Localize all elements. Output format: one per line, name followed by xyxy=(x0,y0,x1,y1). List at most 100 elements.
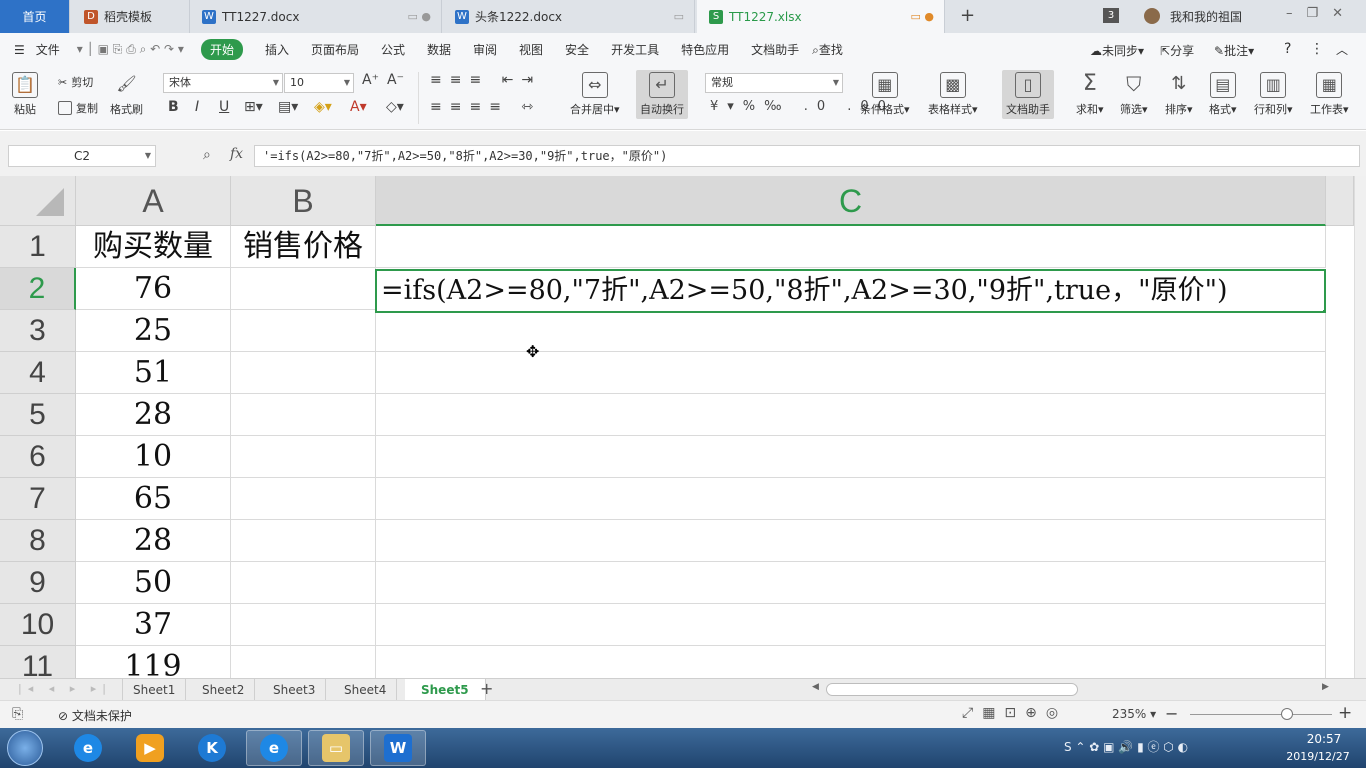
format-button[interactable]: ▤ 格式▾ xyxy=(1209,72,1237,117)
wrap-text-button[interactable]: ↵ 自动换行 xyxy=(636,70,688,119)
taskbar-media-player[interactable]: ▶ xyxy=(122,730,178,766)
fill-handle[interactable] xyxy=(1322,309,1324,311)
cut-button[interactable]: ✂ 剪切 xyxy=(58,74,93,90)
tab-tt1227-xlsx[interactable]: S TT1227.xlsx ▭ ● xyxy=(697,0,945,33)
doc-assistant-button[interactable]: ▯ 文档助手 xyxy=(1002,70,1054,119)
column-header-a[interactable]: A xyxy=(76,176,231,226)
menu-doc-assistant[interactable]: 文档助手 xyxy=(751,41,799,58)
cell-b11[interactable] xyxy=(231,646,376,678)
avatar[interactable] xyxy=(1144,8,1160,24)
system-tray-icons[interactable]: S ⌃ ✿ ▣ 🔊 ▮ ⓔ ⬡ ◐ xyxy=(1064,738,1188,755)
row-header[interactable]: 9 xyxy=(0,562,76,604)
menu-security[interactable]: 安全 xyxy=(565,41,589,58)
more-icon[interactable]: ⋮ xyxy=(1310,41,1324,57)
cell-c8[interactable] xyxy=(376,520,1326,562)
cell-c9[interactable] xyxy=(376,562,1326,604)
vertical-scrollbar[interactable] xyxy=(1354,176,1366,678)
increase-font-icon[interactable]: A⁺ xyxy=(362,72,379,88)
menu-features[interactable]: 特色应用 xyxy=(681,41,729,58)
cell-a8[interactable]: 28 xyxy=(76,520,231,562)
row-col-button[interactable]: ▥ 行和列▾ xyxy=(1254,72,1293,117)
cell-a1[interactable]: 购买数量 xyxy=(76,226,231,268)
cell-c3[interactable] xyxy=(376,310,1326,352)
format-painter-button[interactable]: 🖌 格式刷 xyxy=(110,72,143,117)
tab-docer-templates[interactable]: D 稻壳模板 xyxy=(72,0,190,33)
cell-a2[interactable]: 76 xyxy=(76,268,231,310)
number-format-select[interactable]: 常规 ▼ xyxy=(705,73,843,93)
cell-b1[interactable]: 销售价格 xyxy=(231,226,376,268)
menu-view[interactable]: 视图 xyxy=(519,41,543,58)
decrease-font-icon[interactable]: A⁻ xyxy=(387,72,404,88)
row-header[interactable]: 3 xyxy=(0,310,76,352)
menu-data[interactable]: 数据 xyxy=(427,41,451,58)
clear-format-icon[interactable]: ◇▾ xyxy=(386,99,404,115)
sum-button[interactable]: Σ 求和▾ xyxy=(1076,72,1104,117)
select-all-corner[interactable] xyxy=(0,176,76,226)
taskbar-ie[interactable]: e xyxy=(60,730,116,766)
formula-input[interactable]: '=ifs(A2>=80,"7折",A2>=50,"8折",A2>=30,"9折… xyxy=(254,145,1360,167)
cell-b4[interactable] xyxy=(231,352,376,394)
menu-file[interactable]: 文件 xyxy=(36,41,60,58)
sheet-tab-3[interactable]: Sheet3 xyxy=(263,679,327,701)
new-tab-plus-icon[interactable]: + xyxy=(960,5,975,26)
cell-b2[interactable] xyxy=(231,268,376,310)
merge-center-button[interactable]: ⇔ 合并居中▾ xyxy=(570,72,620,117)
cell-c11[interactable] xyxy=(376,646,1326,678)
menu-review[interactable]: 审阅 xyxy=(473,41,497,58)
horizontal-scrollbar-thumb[interactable] xyxy=(826,683,1078,696)
zoom-slider-track[interactable] xyxy=(1190,714,1332,715)
row-header[interactable]: 6 xyxy=(0,436,76,478)
cell-a11[interactable]: 119 xyxy=(76,646,231,678)
fx-icon[interactable]: fx xyxy=(230,146,243,162)
font-size-select[interactable]: 10 ▼ xyxy=(284,73,354,93)
column-header-b[interactable]: B xyxy=(231,176,376,226)
tab-close-icon[interactable]: ▭ ● xyxy=(408,10,432,23)
sheet-tab-2[interactable]: Sheet2 xyxy=(192,679,256,701)
quick-access-icons[interactable]: ▾ │ ▣ ⎘ ⎙ ⌕ ↶ ↷ ▾ xyxy=(77,42,184,57)
zoom-formula-icon[interactable]: ⌕ xyxy=(203,147,211,163)
clock-date[interactable]: 2019/12/27 xyxy=(1278,750,1358,763)
cell-a4[interactable]: 51 xyxy=(76,352,231,394)
align-vertical-icons[interactable]: ≡≡≡ ⇤⇥ xyxy=(430,72,541,88)
protect-status[interactable]: ⊘ 文档未保护 xyxy=(58,707,132,724)
cell-c5[interactable] xyxy=(376,394,1326,436)
add-sheet-plus-icon[interactable]: + xyxy=(480,679,493,698)
italic-icon[interactable]: I xyxy=(195,99,199,115)
menu-start[interactable]: 开始 xyxy=(200,39,243,60)
filter-button[interactable]: ⛉ 筛选▾ xyxy=(1120,72,1148,117)
sort-button[interactable]: ⇅ 排序▾ xyxy=(1165,72,1193,117)
cell-c10[interactable] xyxy=(376,604,1326,646)
clock-time[interactable]: 20:57 xyxy=(1294,732,1354,746)
macro-record-icon[interactable]: ⎘ xyxy=(12,706,23,722)
cell-a9[interactable]: 50 xyxy=(76,562,231,604)
taskbar-k-app[interactable]: K xyxy=(184,730,240,766)
sheet-tab-4[interactable]: Sheet4 xyxy=(334,679,398,701)
row-header[interactable]: 10 xyxy=(0,604,76,646)
tab-tt1227-docx[interactable]: W TT1227.docx ▭ ● xyxy=(190,0,442,33)
row-header[interactable]: 4 xyxy=(0,352,76,394)
menu-developer[interactable]: 开发工具 xyxy=(611,41,659,58)
bold-icon[interactable]: B xyxy=(168,99,179,115)
view-mode-icons[interactable]: ⤢▦⊡⊕◎ xyxy=(962,705,1067,721)
cell-a5[interactable]: 28 xyxy=(76,394,231,436)
cell-b9[interactable] xyxy=(231,562,376,604)
font-color-icon[interactable]: A▾ xyxy=(350,99,367,115)
borders-icon[interactable]: ⊞▾ xyxy=(244,99,263,115)
column-header-d[interactable] xyxy=(1326,176,1354,226)
conditional-format-button[interactable]: ▦ 条件格式▾ xyxy=(860,72,910,117)
menu-page-layout[interactable]: 页面布局 xyxy=(311,41,359,58)
hscroll-left-icon[interactable]: ◀ xyxy=(812,682,819,692)
cell-c4[interactable] xyxy=(376,352,1326,394)
menu-formulas[interactable]: 公式 xyxy=(381,41,405,58)
sheet-tab-5[interactable]: Sheet5 xyxy=(405,679,486,701)
column-header-c[interactable]: C xyxy=(376,176,1326,226)
cell-c7[interactable] xyxy=(376,478,1326,520)
comment-button[interactable]: ✎批注▾ xyxy=(1214,42,1254,59)
cell-b5[interactable] xyxy=(231,394,376,436)
zoom-out-icon[interactable]: − xyxy=(1165,704,1178,723)
cell-a3[interactable]: 25 xyxy=(76,310,231,352)
row-header[interactable]: 7 xyxy=(0,478,76,520)
taskbar-explorer[interactable]: ▭ xyxy=(308,730,364,766)
menu-insert[interactable]: 插入 xyxy=(265,41,289,58)
cell-b6[interactable] xyxy=(231,436,376,478)
